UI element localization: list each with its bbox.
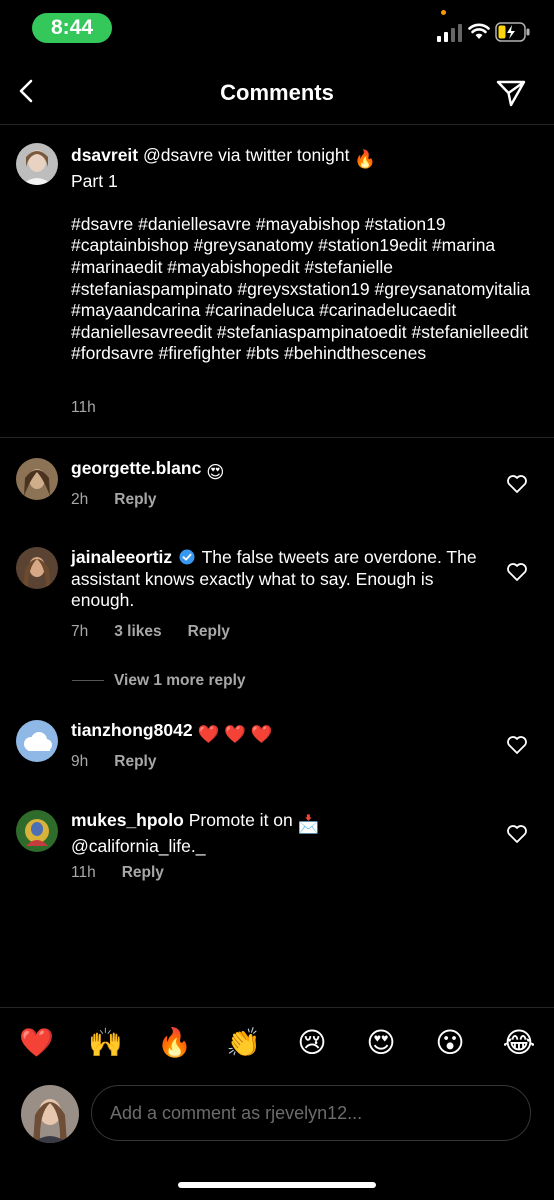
red-hearts-emoji: ❤️ ❤️ ❤️ (197, 724, 273, 744)
reply-button[interactable]: Reply (114, 753, 156, 770)
emoji-surprised-button[interactable]: 😮 (433, 1026, 467, 1060)
envelope-emoji: 📩 (297, 814, 320, 834)
fire-icon: 🔥 (354, 149, 377, 169)
emoji-raised-hands-button[interactable]: 🙌 (88, 1026, 123, 1060)
home-indicator[interactable] (178, 1182, 376, 1188)
heart-outline-icon[interactable] (506, 735, 528, 755)
comment-time: 11h (71, 864, 96, 881)
heart-outline-icon[interactable] (506, 474, 528, 494)
comment-text: jainaleeortiz The false tweets are overd… (71, 547, 491, 612)
avatar[interactable] (16, 720, 58, 762)
current-user-avatar (21, 1085, 79, 1143)
bottom-divider (0, 1007, 554, 1008)
status-time[interactable]: 8:44 (32, 13, 112, 43)
avatar[interactable] (16, 810, 58, 852)
comment-time: 7h (71, 623, 89, 640)
quick-emoji-bar: ❤️ 🙌 🔥 👏 😢 😍 😮 😂 (0, 1026, 554, 1066)
comment-meta: 2h Reply (71, 491, 182, 509)
comment-text: tianzhong8042 ❤️ ❤️ ❤️ (71, 720, 491, 746)
emoji-laughing-button[interactable]: 😂 (502, 1026, 536, 1060)
emoji-fire-button[interactable]: 🔥 (157, 1026, 192, 1060)
comment-item: jainaleeortiz The false tweets are overd… (0, 528, 554, 658)
reply-button[interactable]: Reply (188, 623, 230, 640)
comment-username[interactable]: tianzhong8042 (71, 720, 193, 740)
comment-meta: 7h 3 likes Reply (71, 623, 256, 641)
comment-time: 2h (71, 491, 89, 508)
view-more-label: View 1 more reply (114, 672, 246, 689)
caption-meta: 11h (71, 399, 122, 417)
comment-username[interactable]: georgette.blanc (71, 458, 201, 478)
post-caption: dsavreit @dsavre via twitter tonight 🔥 P… (0, 125, 554, 438)
comment-meta: 9h Reply (71, 753, 182, 771)
header: Comments (0, 56, 554, 125)
verified-badge-icon (179, 549, 195, 565)
comment-username[interactable]: jainaleeortiz (71, 547, 172, 567)
reply-button[interactable]: Reply (114, 491, 156, 508)
view-more-replies[interactable]: View 1 more reply (72, 672, 246, 690)
likes-count[interactable]: 3 likes (114, 623, 161, 640)
avatar[interactable] (16, 143, 58, 185)
comment-meta: 11h Reply (71, 864, 190, 882)
comment-input[interactable] (91, 1085, 531, 1141)
emoji-heart-eyes-button[interactable]: 😍 (364, 1026, 398, 1060)
caption-username[interactable]: dsavreit (71, 145, 138, 165)
caption-line-1: @dsavre via twitter tonight (138, 145, 355, 165)
page-title: Comments (220, 80, 334, 105)
avatar[interactable] (16, 547, 58, 589)
cellular-signal-icon (437, 24, 462, 42)
caption-line-2: Part 1 (71, 170, 118, 191)
comment-item: georgette.blanc 😍 2h Reply (0, 438, 554, 526)
privacy-indicator-dot (441, 10, 446, 15)
avatar[interactable] (16, 458, 58, 500)
emoji-heart-button[interactable]: ❤️ (19, 1026, 54, 1060)
heart-eyes-emoji: 😍 (206, 462, 225, 482)
comment-item: tianzhong8042 ❤️ ❤️ ❤️ 9h Reply (0, 700, 554, 788)
comment-text: georgette.blanc 😍 (71, 458, 491, 484)
comment-time: 9h (71, 753, 89, 770)
comment-text: mukes_hpolo Promote it on 📩 @california_… (71, 810, 491, 857)
mention-link[interactable]: @california_life._ (71, 836, 206, 856)
paper-plane-icon[interactable] (496, 78, 526, 108)
comment-username[interactable]: mukes_hpolo (71, 810, 184, 830)
battery-charging-icon (495, 22, 530, 42)
emoji-clap-button[interactable]: 👏 (226, 1026, 261, 1060)
caption-text: dsavreit @dsavre via twitter tonight 🔥 P… (71, 145, 541, 365)
divider (72, 680, 104, 682)
comment-body: Promote it on (188, 810, 293, 830)
caption-time: 11h (71, 399, 96, 416)
caption-hashtags[interactable]: #dsavre #daniellesavre #mayabishop #stat… (71, 214, 530, 364)
comment-item: mukes_hpolo Promote it on 📩 @california_… (0, 790, 554, 900)
wifi-icon (468, 23, 490, 39)
reply-button[interactable]: Reply (122, 864, 164, 881)
heart-outline-icon[interactable] (506, 562, 528, 582)
heart-outline-icon[interactable] (506, 824, 528, 844)
emoji-crying-button[interactable]: 😢 (295, 1026, 329, 1060)
status-bar: 8:44 (0, 0, 554, 56)
